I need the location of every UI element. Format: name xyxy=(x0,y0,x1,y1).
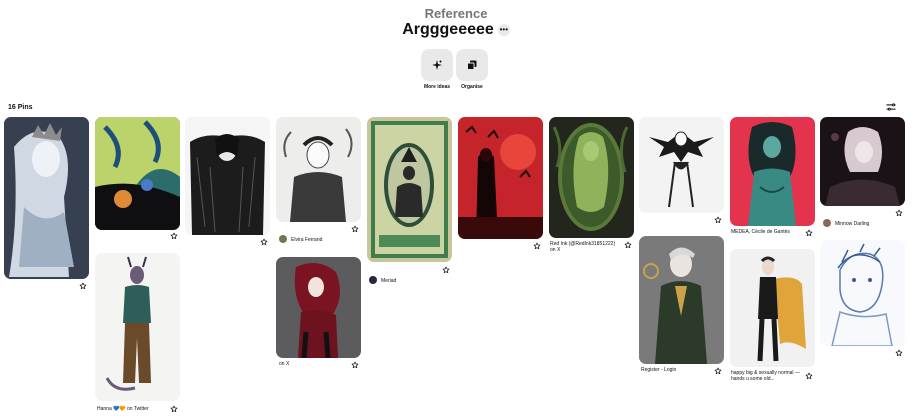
pin-image-green-swirl[interactable] xyxy=(95,117,180,230)
avatar[interactable] xyxy=(369,276,377,284)
pin-count: 16 Pins xyxy=(8,104,33,111)
star-outline-icon[interactable] xyxy=(533,242,541,250)
pin-image-dark-wings[interactable] xyxy=(185,117,270,235)
star-outline-icon[interactable] xyxy=(895,349,903,357)
star-outline-icon[interactable] xyxy=(170,232,178,240)
star-outline-icon[interactable] xyxy=(351,361,359,369)
breadcrumb[interactable]: Reference xyxy=(0,6,912,21)
pin-caption[interactable]: on X xyxy=(279,361,289,367)
more-ideas-button[interactable] xyxy=(421,49,453,81)
star-outline-icon[interactable] xyxy=(351,225,359,233)
pin-image-gentleman[interactable] xyxy=(639,236,724,364)
star-outline-icon[interactable] xyxy=(442,266,450,274)
avatar[interactable] xyxy=(279,235,287,243)
organise-action[interactable]: Organise xyxy=(456,49,488,90)
pin-image-sketch-hands[interactable] xyxy=(276,117,361,222)
pin-caption[interactable]: Red Ink (@RedInk31851222) on X xyxy=(550,241,620,253)
pin-caption[interactable]: happy big & sexually normal — hands u so… xyxy=(731,370,806,382)
avatar[interactable] xyxy=(823,219,831,227)
organise-button[interactable] xyxy=(456,49,488,81)
pin-image-green-witch[interactable] xyxy=(549,117,634,238)
star-outline-icon[interactable] xyxy=(895,209,903,217)
pin-image-pale-queen[interactable] xyxy=(4,117,89,279)
organise-label: Organise xyxy=(461,84,483,90)
pin-caption[interactable]: MEDEA, Cécile de Gantès xyxy=(731,229,790,235)
pin-caption[interactable]: Hanna 💙🧡 on Twitter xyxy=(97,406,149,412)
pin-image-medea[interactable] xyxy=(730,117,815,226)
board-title-row: Argggeeeee ••• xyxy=(0,21,912,39)
star-outline-icon[interactable] xyxy=(624,241,632,249)
board-title: Argggeeeee xyxy=(402,21,494,38)
pin-image-blue-sketch[interactable] xyxy=(820,240,905,346)
pin-image-horned-figure[interactable] xyxy=(95,253,180,401)
star-outline-icon[interactable] xyxy=(170,405,178,413)
pin-caption[interactable]: Register - Login xyxy=(641,367,676,373)
pin-image-bat-lady[interactable] xyxy=(639,117,724,213)
pin-caption[interactable]: Elvira Ferrand xyxy=(291,237,322,243)
filter-icon[interactable] xyxy=(886,102,896,112)
board-options-button[interactable]: ••• xyxy=(497,24,510,36)
pin-caption[interactable]: Minnow Darling xyxy=(835,221,869,227)
pin-image-orange-cape[interactable] xyxy=(730,249,815,367)
organise-icon xyxy=(467,60,477,70)
pin-image-red-bats[interactable] xyxy=(458,117,543,239)
star-outline-icon[interactable] xyxy=(805,372,813,380)
pin-caption[interactable]: Meriad xyxy=(381,278,396,284)
pin-image-red-hair[interactable] xyxy=(276,257,361,358)
star-outline-icon[interactable] xyxy=(79,282,87,290)
star-outline-icon[interactable] xyxy=(714,367,722,375)
star-outline-icon[interactable] xyxy=(805,229,813,237)
sparkle-icon xyxy=(432,60,442,70)
star-outline-icon[interactable] xyxy=(260,238,268,246)
star-outline-icon[interactable] xyxy=(714,216,722,224)
pin-image-tarot-card[interactable] xyxy=(367,117,452,262)
pin-image-minnow-dark[interactable] xyxy=(820,117,905,206)
